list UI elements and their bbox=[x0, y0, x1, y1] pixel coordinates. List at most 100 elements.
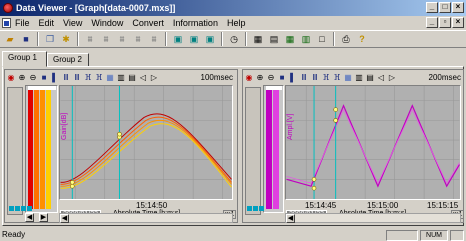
grid-icon[interactable]: □ bbox=[315, 32, 329, 46]
settings-icon[interactable]: ✱ bbox=[59, 32, 73, 46]
scroll-right-icon[interactable]: ▷ bbox=[149, 72, 159, 83]
bar-graph-icon[interactable]: ▌ bbox=[288, 72, 298, 83]
record-icon[interactable]: ◉ bbox=[6, 72, 16, 83]
scroll-left-arrow[interactable]: ◀ bbox=[286, 214, 295, 223]
bar-graph-icon[interactable]: Ⅲ bbox=[61, 72, 71, 83]
menu-help[interactable]: Help bbox=[227, 18, 246, 28]
split-icon[interactable]: ⴼ bbox=[94, 72, 104, 83]
toolbar-separator bbox=[77, 32, 79, 46]
horizontal-scrollbar[interactable]: ◀ bbox=[59, 213, 233, 223]
zoom-in-icon[interactable]: ⊕ bbox=[255, 72, 265, 83]
layout-icon[interactable]: ▤ bbox=[365, 72, 375, 83]
scroll-right-icon[interactable]: ▷ bbox=[387, 72, 397, 83]
scroll-right-arrow[interactable]: ▶ bbox=[39, 213, 48, 222]
waveform-plot[interactable] bbox=[59, 85, 233, 200]
mdi-close-button[interactable]: × bbox=[452, 17, 464, 28]
menu-window[interactable]: Window bbox=[91, 18, 123, 28]
mdi-restore-button[interactable]: ▫ bbox=[439, 17, 451, 28]
layout-icon[interactable]: ▦ bbox=[105, 72, 115, 83]
menu-bar: File Edit View Window Convert Informatio… bbox=[0, 16, 466, 30]
waveform-icon[interactable]: ⩩ bbox=[147, 32, 161, 46]
waveform-icon[interactable]: ⩩ bbox=[99, 32, 113, 46]
cursor-icon[interactable]: ▣ bbox=[187, 32, 201, 46]
waveform-icon[interactable]: ⩩ bbox=[83, 32, 97, 46]
record-icon[interactable]: ◉ bbox=[244, 72, 254, 83]
zoom-out-icon[interactable]: ⊖ bbox=[28, 72, 38, 83]
copy-icon[interactable]: ❐ bbox=[43, 32, 57, 46]
grid-icon[interactable]: ▦ bbox=[283, 32, 297, 46]
channel-indicator[interactable] bbox=[27, 206, 32, 211]
horizontal-scrollbar[interactable]: ◀ bbox=[285, 213, 461, 223]
tab-group-2[interactable]: Group 2 bbox=[47, 53, 89, 67]
channel-indicators bbox=[247, 206, 264, 211]
menu-view[interactable]: View bbox=[63, 18, 82, 28]
channel-indicators bbox=[9, 206, 32, 211]
scroll-left-icon[interactable]: ◁ bbox=[376, 72, 386, 83]
level-bar bbox=[273, 88, 279, 209]
level-strip[interactable] bbox=[7, 87, 23, 215]
split-icon[interactable]: ⴼ bbox=[332, 72, 342, 83]
status-pane bbox=[386, 230, 418, 241]
layout-icon[interactable]: ▥ bbox=[354, 72, 364, 83]
level-bar bbox=[40, 88, 45, 209]
channel-indicator[interactable] bbox=[247, 206, 252, 211]
scroll-left-arrow[interactable]: ◀ bbox=[60, 214, 69, 223]
tab-group-1[interactable]: Group 1 bbox=[2, 51, 47, 67]
zoom-out-icon[interactable]: ⊖ bbox=[266, 72, 276, 83]
channel-indicator[interactable] bbox=[259, 206, 264, 211]
level-bars bbox=[263, 85, 284, 213]
sample-rate: 100msec bbox=[200, 73, 233, 82]
main-toolbar: ▰ ■ ❐ ✱ ⩩ ⩩ ⩩ ⩩ ⩩ ▣ ▣ ▣ ◷ ▦ ▤ ▦ ▥ □ ⎙ ? bbox=[0, 30, 466, 48]
waveform-plot[interactable] bbox=[285, 85, 461, 200]
menu-convert[interactable]: Convert bbox=[132, 18, 164, 28]
layout-icon[interactable]: ▥ bbox=[116, 72, 126, 83]
grid-icon[interactable]: ▥ bbox=[299, 32, 313, 46]
menu-edit[interactable]: Edit bbox=[39, 18, 55, 28]
menu-file[interactable]: File bbox=[15, 18, 30, 28]
bar-graph-icon[interactable]: ▌ bbox=[50, 72, 60, 83]
x-tick-label: 15:15:15 bbox=[427, 201, 459, 210]
document-icon[interactable] bbox=[2, 18, 11, 28]
scroll-left-icon[interactable]: ◁ bbox=[138, 72, 148, 83]
bar-graph-icon[interactable]: Ⅲ bbox=[72, 72, 82, 83]
level-bar bbox=[34, 88, 39, 209]
mdi-minimize-button[interactable]: _ bbox=[426, 17, 438, 28]
channel-indicator[interactable] bbox=[253, 206, 258, 211]
level-strip[interactable] bbox=[245, 87, 261, 215]
y-axis-label: Gain[dB] bbox=[61, 112, 68, 140]
save-icon[interactable]: ■ bbox=[39, 72, 49, 83]
status-pane bbox=[450, 230, 464, 241]
level-marker bbox=[28, 86, 56, 90]
app-window: Data Viewer - [Graph[data-0007.mxs]] _ □… bbox=[0, 0, 466, 241]
layout-icon[interactable]: ▤ bbox=[127, 72, 137, 83]
grid-icon[interactable]: ▦ bbox=[251, 32, 265, 46]
maximize-button[interactable]: □ bbox=[439, 2, 451, 13]
print-icon[interactable]: ⎙ bbox=[339, 32, 353, 46]
scroll-left-arrow[interactable]: ◀ bbox=[25, 213, 34, 222]
timer-icon[interactable]: ◷ bbox=[227, 32, 241, 46]
split-icon[interactable]: ⴼ bbox=[83, 72, 93, 83]
zoom-in-icon[interactable]: ⊕ bbox=[17, 72, 27, 83]
open-icon[interactable]: ▰ bbox=[3, 32, 17, 46]
save-icon[interactable]: ■ bbox=[277, 72, 287, 83]
level-bars bbox=[25, 85, 58, 213]
save-icon[interactable]: ■ bbox=[19, 32, 33, 46]
cursor-icon[interactable]: ▣ bbox=[203, 32, 217, 46]
close-button[interactable]: × bbox=[452, 2, 464, 13]
channel-indicator[interactable] bbox=[9, 206, 14, 211]
waveform-icon[interactable]: ⩩ bbox=[131, 32, 145, 46]
minimize-button[interactable]: _ bbox=[426, 2, 438, 13]
bar-graph-icon[interactable]: Ⅲ bbox=[310, 72, 320, 83]
cursor-icon[interactable]: ▣ bbox=[171, 32, 185, 46]
channel-indicator[interactable] bbox=[15, 206, 20, 211]
split-icon[interactable]: ⴼ bbox=[321, 72, 331, 83]
menu-information[interactable]: Information bbox=[173, 18, 218, 28]
grid-icon[interactable]: ▤ bbox=[267, 32, 281, 46]
help-icon[interactable]: ? bbox=[355, 32, 369, 46]
layout-icon[interactable]: ▦ bbox=[343, 72, 353, 83]
waveform-icon[interactable]: ⩩ bbox=[115, 32, 129, 46]
channel-indicator[interactable] bbox=[21, 206, 26, 211]
bar-graph-icon[interactable]: Ⅲ bbox=[299, 72, 309, 83]
y-axis-label: Ampl.[V] bbox=[287, 113, 294, 140]
level-marker bbox=[266, 86, 282, 90]
